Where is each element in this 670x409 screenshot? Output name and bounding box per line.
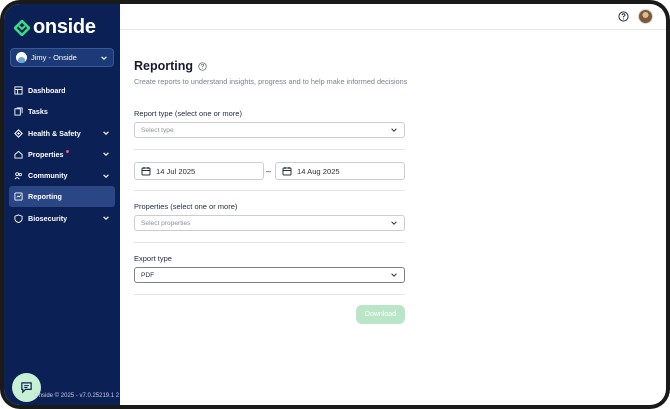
brand-name: onside bbox=[33, 16, 96, 38]
notification-dot bbox=[66, 149, 69, 153]
date-to-picker[interactable]: 14 Aug 2025 bbox=[275, 162, 405, 180]
sidebar-item-biosecurity[interactable]: Biosecurity bbox=[9, 208, 115, 229]
sidebar-item-label: Health & Safety bbox=[28, 128, 81, 138]
chat-icon bbox=[21, 382, 32, 394]
date-from-picker[interactable]: 14 Jul 2025 bbox=[134, 162, 264, 180]
help-icon[interactable] bbox=[198, 61, 207, 71]
title-row: Reporting bbox=[134, 59, 406, 73]
sidebar-item-reporting[interactable]: Reporting bbox=[9, 186, 115, 208]
date-to-value: 14 Aug 2025 bbox=[297, 166, 340, 176]
sidebar-item-tasks[interactable]: Tasks bbox=[9, 101, 115, 122]
divider bbox=[134, 242, 405, 243]
sidebar-item-health-safety[interactable]: Health & Safety bbox=[9, 123, 115, 144]
export-type-label: Export type bbox=[134, 254, 172, 263]
user-avatar[interactable] bbox=[638, 9, 653, 24]
report-type-select[interactable]: Select type bbox=[134, 122, 405, 138]
properties-icon bbox=[14, 150, 23, 159]
properties-select[interactable]: Select properties bbox=[134, 215, 405, 231]
main-content: Reporting Create reports to understand i… bbox=[120, 4, 666, 405]
export-type-value: PDF bbox=[141, 271, 155, 279]
date-from-value: 14 Jul 2025 bbox=[156, 166, 196, 176]
divider bbox=[134, 294, 405, 295]
chevron-down-icon bbox=[103, 216, 109, 221]
sidebar-item-properties[interactable]: Properties bbox=[9, 144, 115, 165]
sidebar-item-community[interactable]: Community bbox=[9, 165, 115, 186]
calendar-icon bbox=[141, 167, 151, 176]
sidebar-item-label: Properties bbox=[28, 149, 64, 159]
sidebar-item-label: Reporting bbox=[28, 192, 62, 202]
help-icon[interactable] bbox=[618, 11, 629, 22]
report-type-label: Report type (select one or more) bbox=[134, 109, 242, 118]
top-bar bbox=[120, 4, 666, 30]
sidebar-item-dashboard[interactable]: Dashboard bbox=[9, 80, 115, 101]
biosecurity-icon bbox=[14, 214, 23, 223]
calendar-icon bbox=[282, 167, 292, 176]
page-subtitle: Create reports to understand insights, p… bbox=[134, 77, 408, 86]
reporting-icon bbox=[14, 192, 23, 202]
page-title: Reporting bbox=[134, 59, 194, 73]
chevron-down-icon bbox=[103, 152, 109, 157]
account-switcher[interactable]: Jimy - Onside bbox=[10, 48, 114, 67]
version-footer: Onside © 2025 - v7.0.25219.1 2 bbox=[34, 393, 120, 399]
divider bbox=[134, 149, 405, 150]
reporting-form: Reporting Create reports to understand i… bbox=[134, 59, 408, 324]
tasks-icon bbox=[14, 107, 23, 116]
sidebar-nav: Dashboard Tasks Health & Safety Properti… bbox=[9, 80, 115, 229]
device-frame: onside Jimy - Onside Dashboard Tasks Hea… bbox=[0, 0, 670, 409]
chevron-down-icon bbox=[391, 273, 397, 277]
brand-logo[interactable]: onside bbox=[14, 16, 96, 39]
export-type-select[interactable]: PDF bbox=[134, 267, 405, 283]
download-button[interactable]: Download bbox=[356, 305, 405, 324]
community-icon bbox=[14, 172, 22, 180]
onside-logo-icon bbox=[14, 19, 30, 36]
chevron-down-icon bbox=[103, 131, 109, 136]
divider bbox=[134, 190, 405, 191]
sidebar-item-label: Biosecurity bbox=[28, 213, 68, 223]
sidebar-item-label: Tasks bbox=[28, 107, 48, 117]
account-name: Jimy - Onside bbox=[31, 53, 77, 62]
report-type-placeholder: Select type bbox=[141, 126, 174, 134]
chevron-down-icon bbox=[101, 55, 107, 60]
app-window: onside Jimy - Onside Dashboard Tasks Hea… bbox=[4, 4, 666, 405]
health-safety-icon bbox=[14, 128, 23, 138]
chevron-down-icon bbox=[391, 128, 397, 132]
date-range-separator: – bbox=[266, 166, 272, 176]
chevron-down-icon bbox=[103, 174, 109, 178]
sidebar: onside Jimy - Onside Dashboard Tasks Hea… bbox=[4, 4, 120, 405]
account-avatar bbox=[16, 52, 27, 63]
properties-placeholder: Select properties bbox=[141, 219, 191, 227]
sidebar-item-label: Community bbox=[28, 171, 68, 181]
dashboard-icon bbox=[14, 86, 23, 95]
chevron-down-icon bbox=[391, 221, 397, 225]
properties-label: Properties (select one or more) bbox=[134, 202, 238, 211]
sidebar-item-label: Dashboard bbox=[28, 86, 66, 95]
